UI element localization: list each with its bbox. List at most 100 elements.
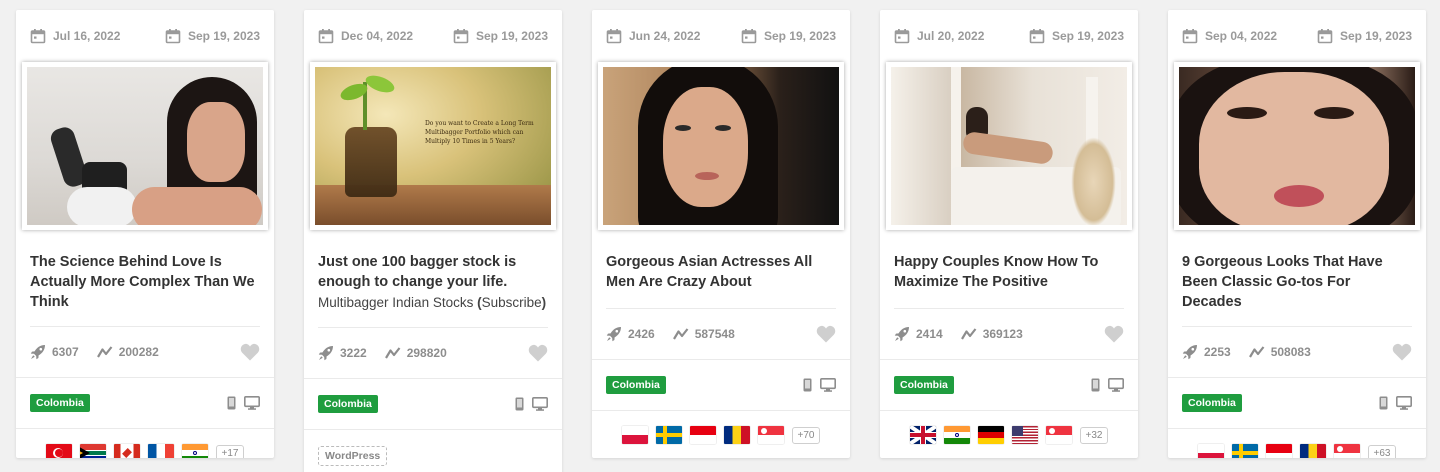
- geo-row: Colombia: [592, 360, 850, 410]
- flag-list: +32: [880, 411, 1138, 458]
- geo-row: Colombia: [16, 378, 274, 428]
- created-date: Jun 24, 2022: [606, 28, 700, 44]
- ad-card[interactable]: Jun 24, 2022 Sep 19, 2023 Gorgeous Asian…: [592, 10, 850, 458]
- mobile-icon: [227, 396, 236, 410]
- ad-card[interactable]: Jul 20, 2022 Sep 19, 2023 Happy Couples …: [880, 10, 1138, 458]
- flag-turkey-icon: [45, 444, 72, 458]
- country-badge[interactable]: Colombia: [606, 376, 666, 394]
- trend-icon: [385, 345, 401, 361]
- desktop-icon: [532, 397, 548, 411]
- country-badge[interactable]: Colombia: [894, 376, 954, 394]
- mobile-icon: [1091, 378, 1100, 392]
- desktop-icon: [244, 396, 260, 410]
- desktop-icon: [820, 378, 836, 392]
- more-flags-button[interactable]: +17: [215, 444, 245, 458]
- ad-image: Do you want to Create a Long Term Multib…: [315, 67, 551, 225]
- calendar-icon: [1182, 28, 1198, 44]
- created-date: Jul 16, 2022: [30, 28, 120, 44]
- card-dates: Sep 04, 2022 Sep 19, 2023: [1168, 10, 1426, 48]
- trend-icon: [961, 326, 977, 342]
- flag-uk-icon: [909, 426, 936, 444]
- trend-icon: [673, 326, 689, 342]
- ad-image: [27, 67, 263, 225]
- calendar-icon: [30, 28, 46, 44]
- flag-list: +70: [592, 411, 850, 458]
- calendar-icon: [165, 28, 181, 44]
- created-date: Jul 20, 2022: [894, 28, 984, 44]
- calendar-icon: [741, 28, 757, 44]
- more-flags-button[interactable]: +70: [791, 426, 821, 444]
- subscribe-link[interactable]: Subscribe: [482, 295, 542, 310]
- launch-count: 3222: [318, 345, 367, 361]
- ad-title[interactable]: The Science Behind Love Is Actually More…: [16, 230, 274, 312]
- launch-count: 2414: [894, 326, 943, 342]
- flag-singapore-icon: [757, 426, 784, 444]
- trend-icon: [1249, 344, 1265, 360]
- flag-sweden-icon: [655, 426, 682, 444]
- ad-stats: 2253 508083: [1168, 327, 1426, 377]
- trend-icon: [97, 344, 113, 360]
- divider: [304, 429, 562, 430]
- flag-germany-icon: [977, 426, 1004, 444]
- calendar-icon: [318, 28, 334, 44]
- launch-count: 2253: [1182, 344, 1231, 360]
- geo-row: Colombia: [304, 379, 562, 429]
- trend-count: 508083: [1249, 344, 1311, 360]
- more-flags-button[interactable]: +32: [1079, 426, 1109, 444]
- card-dates: Jul 20, 2022 Sep 19, 2023: [880, 10, 1138, 48]
- flag-indonesia-icon: [1265, 444, 1292, 458]
- country-badge[interactable]: Colombia: [1182, 394, 1242, 412]
- trend-count: 200282: [97, 344, 159, 360]
- updated-date: Sep 19, 2023: [1029, 28, 1124, 44]
- calendar-icon: [606, 28, 622, 44]
- devices: [803, 378, 836, 392]
- calendar-icon: [1029, 28, 1045, 44]
- updated-date: Sep 19, 2023: [165, 28, 260, 44]
- updated-date: Sep 19, 2023: [1317, 28, 1412, 44]
- ad-title[interactable]: Gorgeous Asian Actresses All Men Are Cra…: [592, 230, 850, 294]
- card-dates: Jun 24, 2022 Sep 19, 2023: [592, 10, 850, 48]
- desktop-icon: [1108, 378, 1124, 392]
- ad-card[interactable]: Dec 04, 2022 Sep 19, 2023 Do you want to…: [304, 10, 562, 472]
- ad-card[interactable]: Jul 16, 2022 Sep 19, 2023 The Science Be…: [16, 10, 274, 458]
- country-badge[interactable]: Colombia: [30, 394, 90, 412]
- flag-poland-icon: [1197, 444, 1224, 458]
- ad-thumbnail[interactable]: [598, 62, 844, 230]
- ad-thumbnail[interactable]: [1174, 62, 1420, 230]
- heart-icon[interactable]: [1392, 343, 1412, 361]
- trend-count: 298820: [385, 345, 447, 361]
- ad-stats: 2414 369123: [880, 309, 1138, 359]
- devices: [515, 397, 548, 411]
- ad-title[interactable]: Happy Couples Know How To Maximize The P…: [880, 230, 1138, 294]
- heart-icon[interactable]: [816, 325, 836, 343]
- ad-thumbnail[interactable]: [22, 62, 268, 230]
- devices: [227, 396, 260, 410]
- mobile-icon: [803, 378, 812, 392]
- flag-list: +17: [16, 429, 274, 458]
- ad-thumbnail[interactable]: [886, 62, 1132, 230]
- launch-count: 6307: [30, 344, 79, 360]
- country-badge[interactable]: Colombia: [318, 395, 378, 413]
- updated-date: Sep 19, 2023: [453, 28, 548, 44]
- flag-romania-icon: [1299, 444, 1326, 458]
- ad-source: Multibagger Indian Stocks (Subscribe): [318, 295, 547, 310]
- flag-sweden-icon: [1231, 444, 1258, 458]
- heart-icon[interactable]: [528, 344, 548, 362]
- ad-stats: 2426 587548: [592, 309, 850, 359]
- heart-icon[interactable]: [240, 343, 260, 361]
- mobile-icon: [515, 397, 524, 411]
- ad-title[interactable]: Just one 100 bagger stock is enough to c…: [304, 230, 562, 292]
- platform-tag[interactable]: WordPress: [318, 446, 388, 466]
- ad-thumbnail[interactable]: Do you want to Create a Long Term Multib…: [310, 62, 556, 230]
- ad-image: [891, 67, 1127, 225]
- flag-indonesia-icon: [689, 426, 716, 444]
- ad-title[interactable]: 9 Gorgeous Looks That Have Been Classic …: [1168, 230, 1426, 312]
- ad-card[interactable]: Sep 04, 2022 Sep 19, 2023 9 Gorgeous Loo…: [1168, 10, 1426, 458]
- desktop-icon: [1396, 396, 1412, 410]
- heart-icon[interactable]: [1104, 325, 1124, 343]
- flag-south-africa-icon: [79, 444, 106, 458]
- devices: [1379, 396, 1412, 410]
- image-overlay-text: Do you want to Create a Long Term Multib…: [425, 120, 534, 145]
- more-flags-button[interactable]: +63: [1367, 444, 1397, 458]
- ad-image: [603, 67, 839, 225]
